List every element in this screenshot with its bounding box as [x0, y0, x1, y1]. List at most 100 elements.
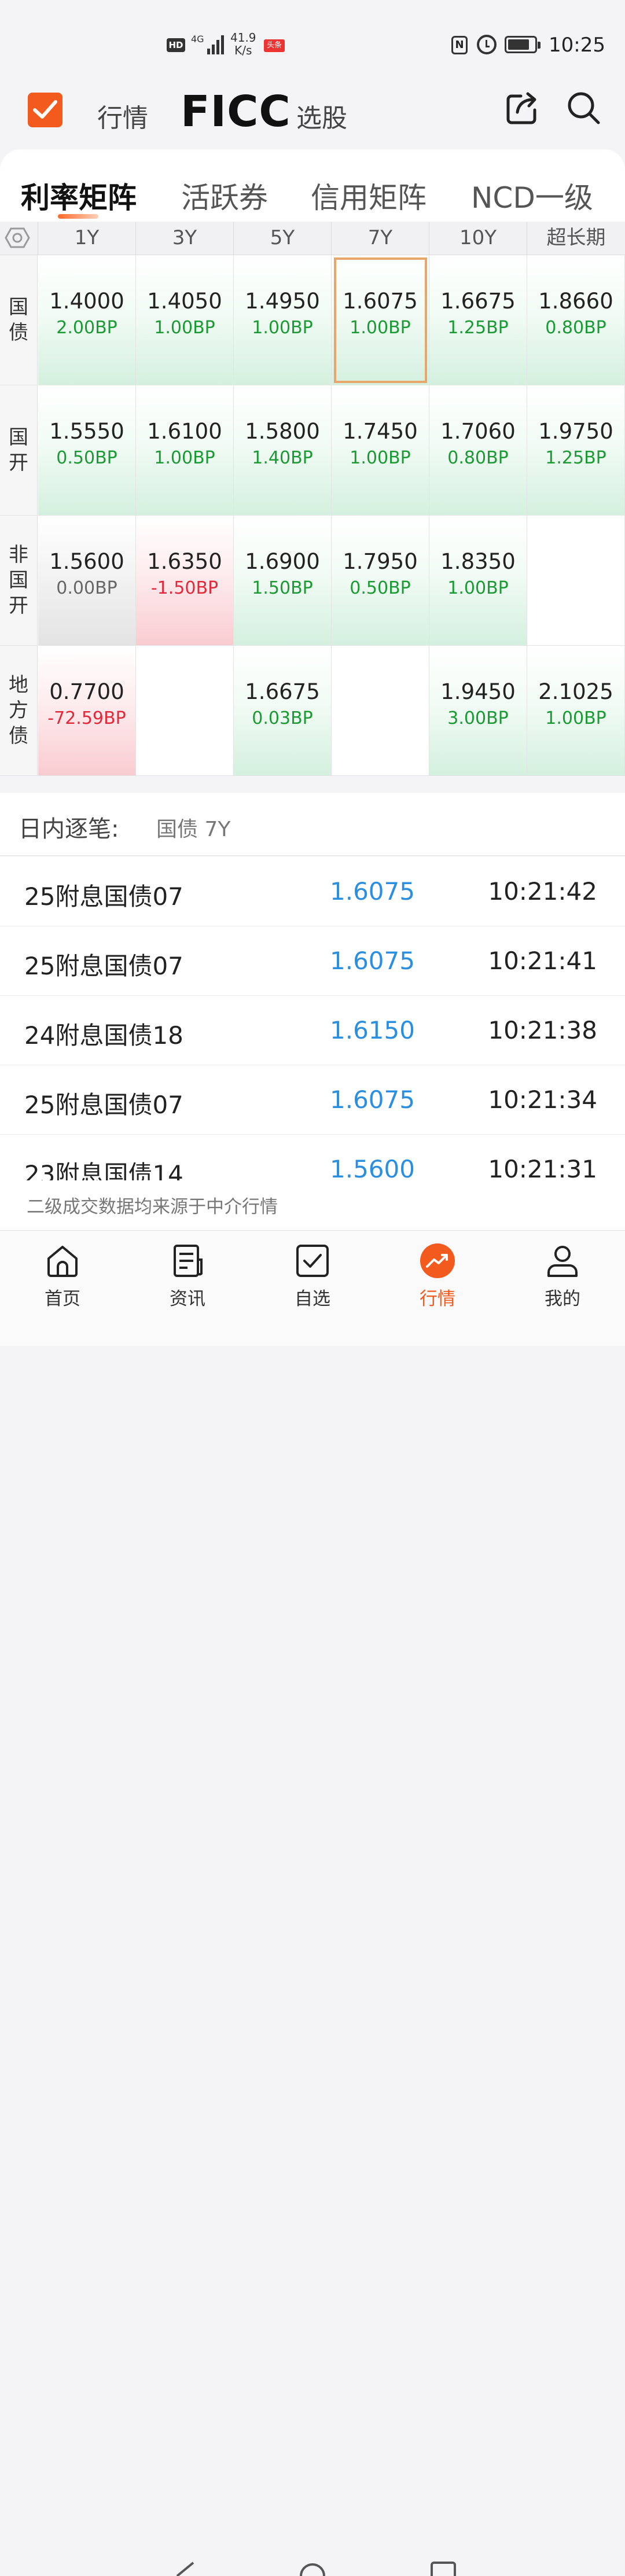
rate-cell-ultra-long[interactable]: 1.9750 1.25BP — [527, 385, 625, 516]
subtab-rate-matrix[interactable]: 利率矩阵 — [21, 175, 137, 216]
tick-name: 23附息国债14 — [24, 1160, 183, 1180]
tab-market[interactable]: 行情 — [97, 97, 148, 134]
subtab-active-bonds[interactable]: 活跃券 — [181, 175, 268, 216]
tick-row[interactable]: 25附息国债07 1.6075 10:21:34 — [0, 1065, 625, 1135]
tab-ficc[interactable]: FICC — [181, 87, 291, 137]
tick-row[interactable]: 23附息国债14 1.5600 10:21:31 — [0, 1134, 625, 1180]
tick-name: 25附息国债07 — [24, 952, 183, 980]
cell-change: 1.00BP — [545, 708, 606, 728]
cell-yield: 1.4000 — [49, 289, 124, 314]
subtab-ncd-primary[interactable]: NCD一级 — [471, 175, 593, 216]
subtab-credit-matrix[interactable]: 信用矩阵 — [311, 175, 427, 216]
network-speed: 41.9 K/s — [230, 31, 256, 57]
rate-cell-5y[interactable]: 1.6900 1.50BP — [234, 516, 332, 646]
rate-cell-7y[interactable]: 1.7450 1.00BP — [332, 385, 429, 516]
nav-home[interactable]: 首页 — [22, 1242, 103, 1312]
nav-home-label: 首页 — [45, 1289, 80, 1309]
tick-row[interactable]: 25附息国债07 1.6075 10:21:42 — [0, 856, 625, 926]
speed-value: 41.9 — [230, 31, 256, 45]
rate-cell-ultra-long[interactable]: 2.1025 1.00BP — [527, 646, 625, 776]
rate-cell-3y[interactable]: 1.6100 1.00BP — [136, 385, 234, 516]
speed-unit: K/s — [234, 43, 252, 57]
status-bar: HD 4G 41.9 K/s 头条 N 10:25 — [0, 0, 625, 87]
row-label-char: 开 — [9, 594, 28, 617]
cell-change: 1.50BP — [252, 578, 313, 598]
nav-watchlist[interactable]: 自选 — [272, 1242, 353, 1312]
nav-profile[interactable]: 我的 — [522, 1242, 603, 1312]
row-label-char: 国 — [9, 569, 28, 592]
rate-cell-5y[interactable]: 1.4950 1.00BP — [234, 255, 332, 385]
cell-change: 1.00BP — [447, 578, 509, 598]
system-recents-icon[interactable] — [429, 2562, 457, 2576]
rate-cell-3y — [136, 646, 234, 776]
rate-cell-10y[interactable]: 1.6675 1.25BP — [429, 255, 527, 385]
rate-cell-10y[interactable]: 1.7060 0.80BP — [429, 385, 527, 516]
rate-cell-5y[interactable]: 1.6675 0.03BP — [234, 646, 332, 776]
cell-yield: 1.9750 — [538, 419, 613, 444]
cell-yield: 1.6675 — [440, 289, 516, 314]
bottom-navigation: 首页 资讯 自选 行情 我的 — [0, 1230, 625, 2576]
cell-change: 3.00BP — [447, 708, 509, 728]
tick-row[interactable]: 24附息国债18 1.6150 10:21:38 — [0, 995, 625, 1065]
active-tab-indicator — [58, 214, 98, 219]
matrix-settings-button[interactable] — [0, 222, 38, 255]
home-icon — [47, 1246, 78, 1277]
cell-change: 0.80BP — [447, 448, 509, 468]
tick-time: 10:21:41 — [488, 947, 597, 975]
share-icon[interactable] — [503, 90, 541, 127]
tick-name: 25附息国债07 — [24, 882, 183, 911]
nav-watchlist-label: 自选 — [295, 1289, 330, 1309]
search-icon[interactable] — [565, 89, 602, 126]
row-label-char: 非 — [9, 543, 28, 566]
nav-market-label: 行情 — [420, 1289, 455, 1309]
rate-cell-10y[interactable]: 1.9450 3.00BP — [429, 646, 527, 776]
column-header-7y: 7Y — [332, 222, 429, 255]
cell-change: 0.50BP — [56, 448, 117, 468]
rate-cell-3y[interactable]: 1.6350 -1.50BP — [136, 516, 234, 646]
rate-cell-7y[interactable]: 1.7950 0.50BP — [332, 516, 429, 646]
cell-change: 0.80BP — [545, 318, 606, 338]
nav-news[interactable]: 资讯 — [147, 1242, 228, 1312]
nav-market[interactable]: 行情 — [397, 1242, 478, 1312]
row-label-char: 债 — [9, 724, 28, 748]
nav-profile-label: 我的 — [545, 1289, 580, 1309]
hd-voice-icon: HD — [167, 38, 185, 52]
app-logo-checkmark-icon[interactable] — [28, 93, 62, 127]
cell-yield: 1.7060 — [440, 419, 516, 444]
news-app-badge: 头条 — [264, 39, 285, 52]
row-label-char: 国 — [9, 426, 28, 449]
rate-cell-10y[interactable]: 1.8350 1.00BP — [429, 516, 527, 646]
tick-row[interactable]: 25附息国债07 1.6075 10:21:41 — [0, 926, 625, 996]
rate-cell-1y[interactable]: 1.4000 2.00BP — [38, 255, 136, 385]
cell-change: 1.00BP — [350, 318, 411, 338]
column-header-3y: 3Y — [136, 222, 234, 255]
tab-stock-picker[interactable]: 选股 — [296, 97, 347, 134]
cell-change: 0.03BP — [252, 708, 313, 728]
rate-cell-1y[interactable]: 0.7700 -72.59BP — [38, 646, 136, 776]
system-back-icon[interactable] — [174, 2562, 197, 2576]
network-type: 4G — [191, 34, 204, 45]
tick-name: 25附息国债07 — [24, 1091, 183, 1119]
rate-cell-7y[interactable]: 1.6075 1.00BP — [332, 255, 429, 385]
tick-price: 1.6150 — [330, 1016, 415, 1044]
cell-yield: 1.6675 — [245, 679, 320, 704]
intraday-tick-list[interactable]: 25附息国债07 1.6075 10:21:42 25附息国债07 1.6075 10:2… — [0, 856, 625, 1180]
rate-cell-5y[interactable]: 1.5800 1.40BP — [234, 385, 332, 516]
row-label-text: 国开 — [8, 425, 29, 476]
intraday-header: 日内逐笔: 国债 7Y — [0, 793, 625, 856]
system-home-icon[interactable] — [299, 2562, 326, 2576]
rate-cell-ultra-long[interactable]: 1.8660 0.80BP — [527, 255, 625, 385]
rate-cell-3y[interactable]: 1.4050 1.00BP — [136, 255, 234, 385]
rate-cell-1y[interactable]: 1.5550 0.50BP — [38, 385, 136, 516]
cell-yield: 1.6075 — [343, 289, 418, 314]
row-label-text: 地方债 — [8, 672, 29, 749]
cell-yield: 1.6100 — [147, 419, 222, 444]
row-label-char: 开 — [9, 451, 28, 474]
cell-change: 0.50BP — [350, 578, 411, 598]
matrix-header-row: 1Y 3Y 5Y 7Y 10Y 超长期 — [0, 222, 625, 255]
cell-yield: 1.4050 — [147, 289, 222, 314]
cell-yield: 1.8660 — [538, 289, 613, 314]
intraday-title: 日内逐笔: — [19, 816, 119, 842]
signal-icon — [207, 34, 226, 54]
rate-cell-1y[interactable]: 1.5600 0.00BP — [38, 516, 136, 646]
